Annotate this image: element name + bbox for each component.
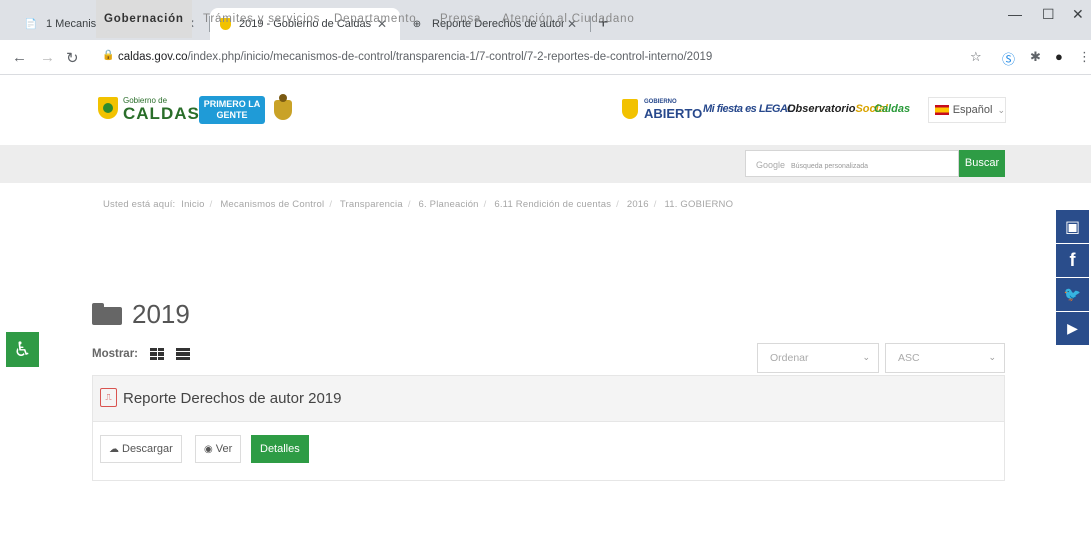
back-icon[interactable]: ← bbox=[12, 49, 27, 66]
download-button[interactable]: ☁ Descargar bbox=[100, 435, 182, 463]
details-button[interactable]: Detalles bbox=[251, 435, 309, 463]
view-mode-bar: Mostrar: bbox=[92, 346, 191, 362]
logo-big-text: CALDAS bbox=[123, 104, 200, 123]
document-card: ⎍ Reporte Derechos de autor 2019 ☁ Desca… bbox=[92, 375, 1005, 481]
download-label: Descargar bbox=[122, 443, 173, 455]
grid-view-icon[interactable] bbox=[150, 348, 165, 360]
direction-select[interactable]: ASC ⌄ bbox=[885, 343, 1005, 373]
pdf-file-icon: ⎍ bbox=[100, 388, 117, 407]
tab-favicon-icon: 📄 bbox=[24, 18, 38, 30]
breadcrumb: Usted está aquí: Inicio / Mecanismos de C… bbox=[103, 199, 734, 210]
document-card-header: ⎍ Reporte Derechos de autor 2019 bbox=[93, 376, 1004, 422]
lock-icon: 🔒 bbox=[102, 50, 115, 61]
breadcrumb-item[interactable]: 6.11 Rendición de cuentas bbox=[494, 199, 611, 210]
cloud-download-icon: ☁ bbox=[109, 443, 119, 455]
url-field[interactable]: 🔒 caldas.gov.co/index.php/inicio/mecanis… bbox=[94, 45, 994, 70]
bookmark-star-icon[interactable]: ☆ bbox=[970, 49, 982, 65]
gobierno-abierto-logo[interactable]: GOBIERNO ABIERTO bbox=[622, 95, 702, 123]
details-label: Detalles bbox=[260, 443, 300, 455]
language-label: Español bbox=[952, 104, 993, 116]
nav-item-gobernacion[interactable]: Gobernación bbox=[96, 0, 192, 38]
nav-item-departamento[interactable]: Departamento bbox=[334, 0, 416, 38]
abierto-big-text: ABIERTO bbox=[644, 106, 703, 121]
breadcrumb-item[interactable]: Transparencia bbox=[340, 199, 403, 210]
chat-icon[interactable]: ▣ bbox=[1056, 210, 1089, 243]
order-value: Ordenar bbox=[770, 352, 809, 364]
view-button[interactable]: ◉ Ver bbox=[195, 435, 242, 463]
profile-avatar-icon[interactable]: ● bbox=[1055, 49, 1063, 64]
reload-icon[interactable]: ↻ bbox=[66, 49, 79, 67]
breadcrumb-item[interactable]: 6. Planeación bbox=[419, 199, 479, 210]
language-selector[interactable]: Español ⌄ bbox=[928, 97, 1006, 123]
eye-icon: ◉ bbox=[204, 443, 213, 455]
spain-flag-icon bbox=[935, 105, 949, 115]
search-input[interactable]: Google Búsqueda personalizada bbox=[745, 150, 959, 177]
direction-value: ASC bbox=[898, 352, 920, 364]
chevron-down-icon: ⌄ bbox=[862, 352, 870, 362]
maximize-icon[interactable]: ☐ bbox=[1042, 6, 1055, 23]
youtube-play-icon[interactable]: ▶ bbox=[1056, 312, 1089, 345]
url-path: /index.php/inicio/mecanismos-de-control/… bbox=[187, 51, 713, 63]
facebook-icon[interactable]: f bbox=[1056, 244, 1089, 277]
close-window-icon[interactable]: ✕ bbox=[1072, 6, 1084, 23]
mi-fiesta-text: Mi fiesta es LEGAL bbox=[703, 103, 794, 115]
accessibility-icon[interactable]: ♿ bbox=[6, 332, 39, 367]
search-button[interactable]: Buscar bbox=[959, 150, 1005, 177]
forward-icon[interactable]: → bbox=[40, 49, 55, 66]
address-bar: ← → ↻ 🔒 caldas.gov.co/index.php/inicio/m… bbox=[0, 40, 1091, 75]
menu-dots-icon[interactable]: ⋮ bbox=[1078, 49, 1091, 65]
nav-item-prensa[interactable]: Prensa bbox=[440, 0, 481, 38]
breadcrumb-item[interactable]: Inicio bbox=[181, 199, 204, 210]
search-placeholder: Búsqueda personalizada bbox=[790, 163, 869, 170]
folder-title: 2019 bbox=[132, 298, 190, 329]
primero-la-gente-logo[interactable]: PRIMERO LA GENTE bbox=[199, 96, 265, 124]
caldas-shield-icon bbox=[98, 97, 118, 119]
nav-item-tramites[interactable]: Trámites y servicios bbox=[203, 0, 320, 38]
chevron-down-icon: ⌄ bbox=[997, 104, 1005, 115]
mostrar-label: Mostrar: bbox=[92, 348, 139, 360]
observatorio-social-logo[interactable]: ObservatorioSocial bbox=[787, 95, 888, 123]
url-host: caldas.gov.co bbox=[118, 51, 188, 63]
breadcrumb-item[interactable]: 11. GOBIERNO bbox=[664, 199, 733, 210]
gobierno-caldas-logo[interactable]: Gobierno de CALDAS bbox=[98, 96, 199, 123]
breadcrumb-prefix: Usted está aquí: bbox=[103, 199, 176, 210]
view-label: Ver bbox=[215, 443, 233, 455]
abierto-shield-icon bbox=[622, 99, 638, 119]
extensions-puzzle-icon[interactable]: ✱ bbox=[1030, 49, 1041, 65]
list-view-icon[interactable] bbox=[176, 348, 191, 360]
chevron-down-icon: ⌄ bbox=[988, 352, 996, 362]
document-title[interactable]: Reporte Derechos de autor 2019 bbox=[123, 390, 341, 407]
breadcrumb-item[interactable]: 2016 bbox=[627, 199, 649, 210]
caldas-green-text: Caldas bbox=[874, 103, 911, 115]
folder-open-icon bbox=[92, 303, 122, 325]
minimize-icon[interactable]: — bbox=[1008, 6, 1022, 22]
coat-of-arms-icon bbox=[271, 94, 295, 124]
google-label: Google bbox=[756, 160, 786, 170]
breadcrumb-item[interactable]: Mecanismos de Control bbox=[220, 199, 324, 210]
skype-extension-icon[interactable]: Ⓢ bbox=[1002, 49, 1015, 68]
nav-item-atencion[interactable]: Atención al Ciudadano bbox=[502, 0, 635, 38]
observatorio-text: Observatorio bbox=[787, 103, 856, 115]
twitter-icon[interactable]: 🐦 bbox=[1056, 278, 1089, 311]
mi-fiesta-legal-logo[interactable]: Mi fiesta es LEGAL bbox=[703, 95, 794, 123]
caldas-tourism-logo[interactable]: Caldas bbox=[874, 95, 910, 123]
order-select[interactable]: Ordenar ⌄ bbox=[757, 343, 879, 373]
folder-heading: 2019 bbox=[92, 296, 190, 332]
